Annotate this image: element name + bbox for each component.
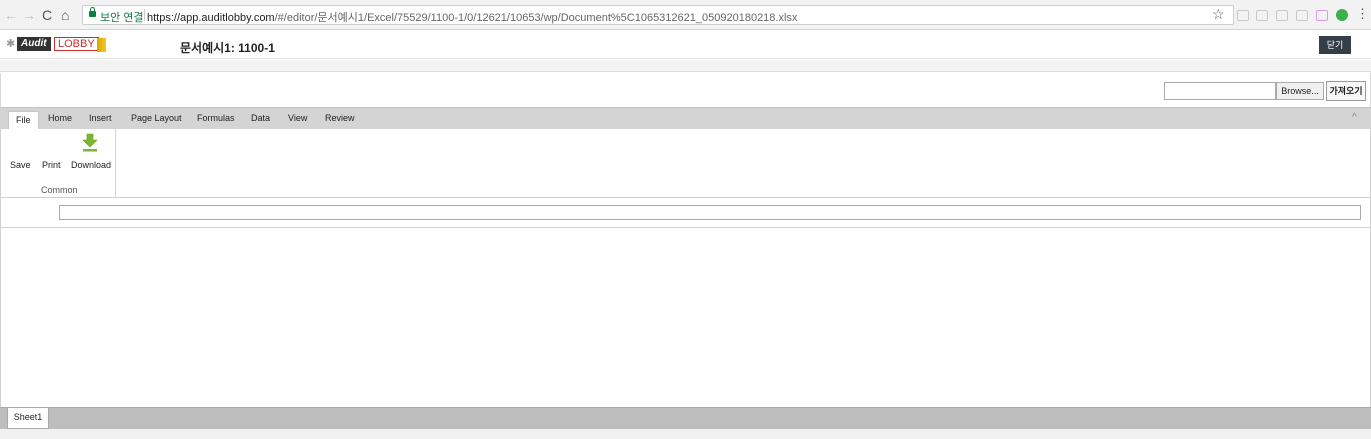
file-import-row: Browse... 가져오기: [0, 73, 1371, 107]
url-path: /#/editor/문서예시1/Excel/75529/1100-1/0/126…: [274, 12, 798, 24]
lock-icon: [89, 7, 96, 17]
url-host: https://app.auditlobby.com: [147, 12, 275, 24]
square-extension-icon[interactable]: [1276, 10, 1288, 21]
back-arrow-icon[interactable]: ←: [4, 7, 18, 23]
url-text[interactable]: https://app.auditlobby.com/#/editor/문서예시…: [147, 9, 797, 25]
bookmark-star-icon[interactable]: ☆: [1212, 6, 1225, 22]
tab-data[interactable]: Data: [251, 113, 270, 123]
spreadsheet-grid[interactable]: [0, 228, 1371, 407]
tab-formulas[interactable]: Formulas: [197, 113, 235, 123]
forward-arrow-icon[interactable]: →: [22, 7, 36, 23]
save-button[interactable]: Save: [10, 160, 31, 170]
formula-input[interactable]: [59, 205, 1361, 220]
import-button[interactable]: 가져오기: [1326, 81, 1366, 101]
close-button[interactable]: 닫기: [1319, 36, 1351, 54]
download-button[interactable]: Download: [71, 160, 111, 170]
tab-insert[interactable]: Insert: [89, 113, 112, 123]
address-bar[interactable]: 보안 연결 https://app.auditlobby.com/#/edito…: [82, 5, 1234, 25]
sheet-tab-bar: Sheet1: [0, 407, 1371, 429]
grammarly-extension-icon[interactable]: [1336, 9, 1348, 21]
ribbon-group-common: Save Print Download Common: [1, 129, 116, 197]
document-title: 문서예시1: 1100-1: [180, 41, 275, 55]
header-spacer: [0, 60, 1371, 72]
print-button[interactable]: Print: [42, 160, 61, 170]
app-header: ✱ Audit LOBBY 문서예시1: 1100-1 닫기: [0, 30, 1371, 59]
ribbon-group-label: Common: [41, 185, 78, 195]
ribbon-panel: Save Print Download Common: [0, 129, 1371, 198]
tab-review[interactable]: Review: [325, 113, 355, 123]
tab-file[interactable]: File: [8, 111, 39, 131]
browser-toolbar: ← → C ⌂ 보안 연결 https://app.auditlobby.com…: [0, 0, 1371, 30]
file-path-input[interactable]: [1164, 82, 1276, 100]
browser-menu-icon[interactable]: ⋮: [1356, 7, 1369, 21]
download-icon[interactable]: [81, 133, 99, 153]
tab-home[interactable]: Home: [48, 113, 72, 123]
logo-audit: Audit: [17, 37, 51, 51]
tab-view[interactable]: View: [288, 113, 307, 123]
bottom-strip: [0, 429, 1371, 439]
sheet-tab[interactable]: Sheet1: [7, 408, 49, 429]
logo-lobby: LOBBY: [54, 37, 99, 51]
formula-bar: [0, 198, 1371, 228]
extension-icon[interactable]: [1237, 10, 1249, 21]
browse-button[interactable]: Browse...: [1276, 82, 1324, 100]
tab-page-layout[interactable]: Page Layout: [131, 113, 182, 123]
camera-extension-icon[interactable]: [1256, 10, 1268, 21]
address-separator: [144, 9, 145, 21]
ribbon-tab-bar: File Home Insert Page Layout Formulas Da…: [0, 107, 1371, 131]
purple-extension-icon[interactable]: [1316, 10, 1328, 21]
home-icon[interactable]: ⌂: [61, 7, 69, 23]
logo-mark-icon: ✱: [6, 38, 16, 50]
logo-accent-bar: [97, 38, 106, 52]
collapse-ribbon-icon[interactable]: ^: [1352, 112, 1357, 123]
reload-icon[interactable]: C: [42, 7, 52, 23]
pdf-extension-icon[interactable]: [1296, 10, 1308, 21]
secure-connection-label: 보안 연결: [100, 12, 144, 24]
